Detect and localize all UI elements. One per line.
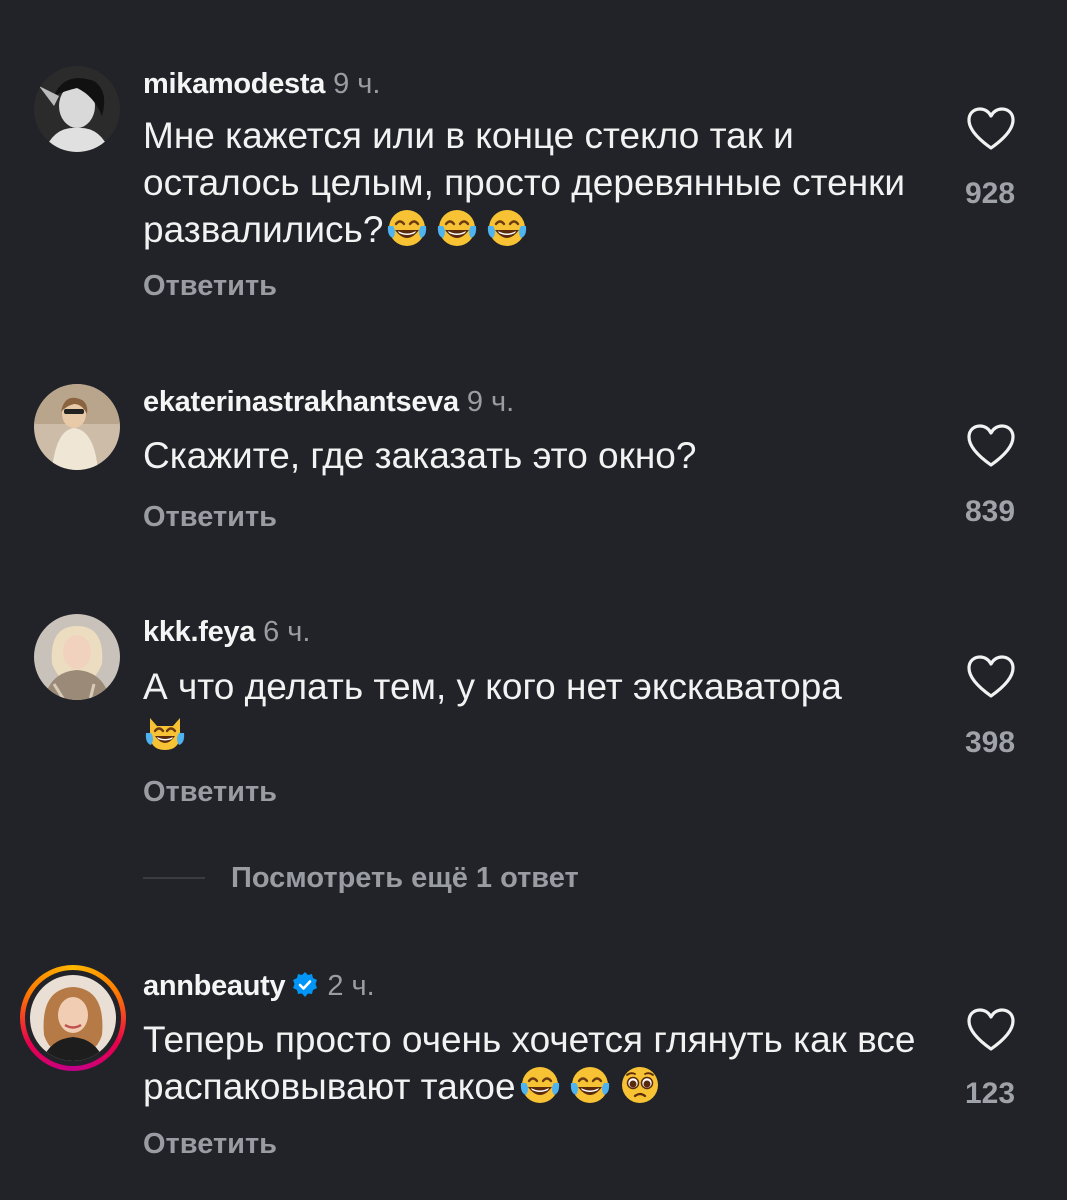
username[interactable]: mikamodesta	[143, 68, 325, 100]
joy-emoji	[435, 206, 479, 250]
joy-emoji	[485, 206, 529, 250]
username[interactable]: annbeauty	[143, 970, 286, 1002]
avatar[interactable]	[34, 614, 120, 700]
view-more-replies-button[interactable]: Посмотреть ещё 1 ответ	[143, 858, 579, 898]
like-count: 398	[964, 726, 1016, 759]
view-more-replies-label: Посмотреть ещё 1 ответ	[231, 861, 579, 894]
comment-text-body: А что делать тем, у кого нет экскаватора	[143, 666, 842, 707]
avatar	[30, 975, 116, 1061]
comment-text: Теперь просто очень хочется глянуть как …	[143, 1016, 933, 1110]
timestamp: 6 ч.	[263, 616, 311, 648]
comments-list: mikamodesta 9 ч. Мне кажется или в конце …	[0, 0, 1067, 1200]
comment-meta: ekaterinastrakhantseva 9 ч.	[143, 384, 514, 420]
story-ring-avatar[interactable]	[20, 965, 126, 1071]
joy-emoji	[385, 206, 429, 250]
timestamp: 9 ч.	[466, 386, 515, 418]
story-ring-gap	[25, 970, 121, 1066]
comment-text: Скажите, где заказать это окно?	[143, 435, 697, 476]
pleading-face-emoji	[618, 1063, 662, 1107]
joy-emoji	[518, 1063, 562, 1107]
reply-button[interactable]: Ответить	[143, 774, 277, 810]
timestamp: 2 ч.	[327, 970, 375, 1002]
username[interactable]: ekaterinastrakhantseva	[143, 386, 459, 418]
like-count: 839	[964, 495, 1016, 528]
divider-line	[143, 877, 205, 879]
comment-text: Мне кажется или в конце стекло так и ост…	[143, 112, 933, 253]
heart-icon[interactable]	[966, 1007, 1016, 1053]
like-count: 928	[964, 177, 1016, 210]
reply-button[interactable]: Ответить	[143, 268, 277, 304]
heart-icon[interactable]	[966, 654, 1016, 700]
joy-emoji	[568, 1063, 612, 1107]
heart-icon[interactable]	[966, 106, 1016, 152]
avatar[interactable]	[34, 66, 120, 152]
reply-button[interactable]: Ответить	[143, 499, 277, 535]
comment-meta: kkk.feya 6 ч.	[143, 614, 310, 650]
timestamp: 9 ч.	[333, 68, 381, 100]
username[interactable]: kkk.feya	[143, 616, 255, 648]
heart-icon[interactable]	[966, 423, 1016, 469]
verified-badge-icon	[293, 972, 318, 997]
cat-joy-emoji	[143, 710, 187, 754]
comment-meta: mikamodesta 9 ч.	[143, 66, 380, 102]
reply-button[interactable]: Ответить	[143, 1126, 277, 1162]
avatar[interactable]	[34, 384, 120, 470]
like-count: 123	[964, 1077, 1016, 1110]
comment-meta: annbeauty 2 ч.	[143, 968, 375, 1004]
comment-text: А что делать тем, у кого нет экскаватора	[143, 663, 903, 757]
